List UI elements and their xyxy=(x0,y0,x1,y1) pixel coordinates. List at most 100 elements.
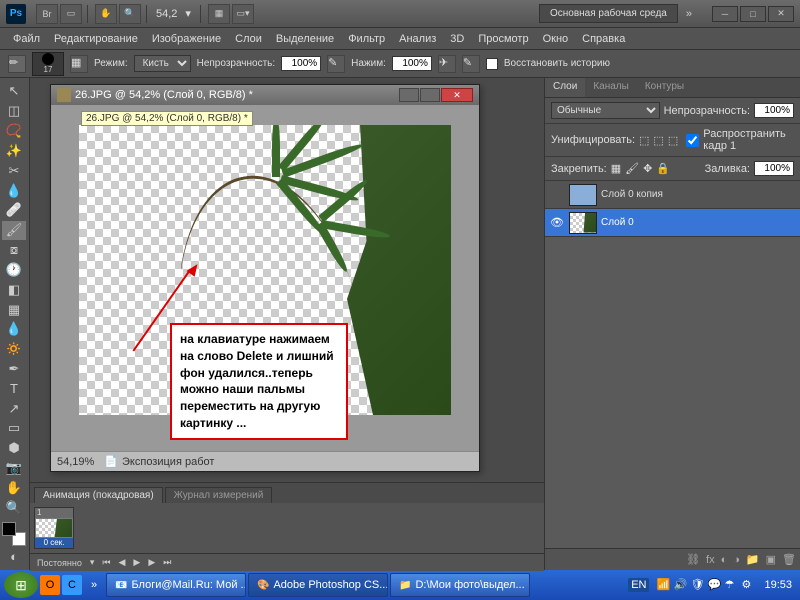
adjustment-layer-icon[interactable]: ◑ xyxy=(733,554,740,566)
doc-close-button[interactable]: ✕ xyxy=(441,88,473,102)
language-indicator[interactable]: EN xyxy=(628,578,649,592)
3d-tool-icon[interactable]: ⬢ xyxy=(2,439,26,458)
layer-thumbnail[interactable] xyxy=(569,212,597,234)
lock-position-icon[interactable]: ✥ xyxy=(643,162,652,175)
arrange-icon[interactable]: ▭▾ xyxy=(232,4,254,24)
doc-maximize-button[interactable] xyxy=(420,88,440,102)
menu-layer[interactable]: Слои xyxy=(228,33,269,45)
dodge-tool-icon[interactable]: 🔅 xyxy=(2,340,26,359)
tab-measurements[interactable]: Журнал измерений xyxy=(165,487,273,503)
frame-duration[interactable]: 0 сек. xyxy=(35,538,73,548)
layer-row[interactable]: 👁 Слой 0 xyxy=(545,209,800,237)
tray-icon[interactable]: 💬 xyxy=(707,578,721,592)
expand-icon[interactable]: » xyxy=(686,8,692,20)
opacity-pressure-icon[interactable]: ✎ xyxy=(327,55,345,73)
visibility-toggle[interactable] xyxy=(549,187,565,203)
tray-icon[interactable]: ⚙ xyxy=(741,578,755,592)
tray-icon[interactable]: 🔊 xyxy=(673,578,687,592)
blur-tool-icon[interactable]: 💧 xyxy=(2,320,26,339)
first-frame-icon[interactable]: ⏮ xyxy=(99,557,113,568)
quick-launch-icon[interactable]: C xyxy=(62,575,82,595)
tab-channels[interactable]: Каналы xyxy=(585,78,637,97)
menu-help[interactable]: Справка xyxy=(575,33,632,45)
menu-filter[interactable]: Фильтр xyxy=(341,33,392,45)
type-tool-icon[interactable]: T xyxy=(2,379,26,398)
document-titlebar[interactable]: 26.JPG @ 54,2% (Слой 0, RGB/8) * ✕ xyxy=(51,85,479,105)
wand-tool-icon[interactable]: ✨ xyxy=(2,141,26,160)
taskbar-app[interactable]: 🎨 Adobe Photoshop CS... xyxy=(248,573,388,597)
move-tool-icon[interactable]: ↖ xyxy=(2,82,26,101)
path-select-tool-icon[interactable]: ↗ xyxy=(2,399,26,418)
gradient-tool-icon[interactable]: ▦ xyxy=(2,300,26,319)
link-layers-icon[interactable]: ⛓ xyxy=(686,553,700,566)
menu-analysis[interactable]: Анализ xyxy=(392,33,443,45)
quick-launch-icon[interactable]: O xyxy=(40,575,60,595)
healing-tool-icon[interactable]: 🩹 xyxy=(2,201,26,220)
zoom-tool-icon[interactable]: 🔍 xyxy=(2,498,26,517)
3d-camera-tool-icon[interactable]: 📷 xyxy=(2,459,26,478)
quick-launch-icon[interactable]: » xyxy=(84,575,104,595)
screen-mode-icon[interactable]: ▭ xyxy=(60,4,82,24)
brush-tool-icon[interactable]: 🖌 xyxy=(2,221,26,240)
lasso-tool-icon[interactable]: 📿 xyxy=(2,122,26,141)
document-info-icon[interactable]: 📄 xyxy=(104,455,118,468)
mode-select[interactable]: Кисть xyxy=(134,55,191,72)
layer-opacity-input[interactable] xyxy=(754,103,794,118)
eraser-tool-icon[interactable]: ◧ xyxy=(2,280,26,299)
eyedropper-tool-icon[interactable]: 💧 xyxy=(2,181,26,200)
menu-image[interactable]: Изображение xyxy=(145,33,228,45)
tray-icon[interactable]: 📶 xyxy=(656,578,670,592)
tab-animation[interactable]: Анимация (покадровая) xyxy=(34,487,163,503)
brush-panel-icon[interactable]: ▦ xyxy=(70,55,88,73)
fill-input[interactable] xyxy=(754,161,794,176)
history-brush-tool-icon[interactable]: 🕐 xyxy=(2,260,26,279)
unify-style-icon[interactable]: ⬚ xyxy=(668,134,678,147)
pen-tool-icon[interactable]: ✒ xyxy=(2,360,26,379)
layer-style-icon[interactable]: fx xyxy=(706,554,715,566)
menu-3d[interactable]: 3D xyxy=(443,33,471,45)
shape-tool-icon[interactable]: ▭ xyxy=(2,419,26,438)
unify-visibility-icon[interactable]: ⬚ xyxy=(653,134,663,147)
menu-file[interactable]: Файл xyxy=(6,33,47,45)
brush-preset[interactable]: 17 xyxy=(32,52,64,76)
close-button[interactable]: ✕ xyxy=(768,6,794,22)
tray-icon[interactable]: ☂ xyxy=(724,578,738,592)
tab-layers[interactable]: Слои xyxy=(545,78,585,97)
tool-preset-icon[interactable]: ✏ xyxy=(8,55,26,73)
menu-edit[interactable]: Редактирование xyxy=(47,33,145,45)
next-frame-icon[interactable]: ▶ xyxy=(145,557,158,568)
minimize-button[interactable]: ─ xyxy=(712,6,738,22)
fg-color-icon[interactable] xyxy=(2,522,16,536)
last-frame-icon[interactable]: ⏭ xyxy=(160,557,174,568)
layer-group-icon[interactable]: 📁 xyxy=(746,553,760,566)
taskbar-app[interactable]: 📧 Блоги@Mail.Ru: Мой ... xyxy=(106,573,246,597)
airbrush-icon[interactable]: ✈ xyxy=(438,55,456,73)
blend-mode-select[interactable]: Обычные xyxy=(551,102,660,119)
lock-pixels-icon[interactable]: 🖌 xyxy=(625,162,639,175)
maximize-button[interactable]: □ xyxy=(740,6,766,22)
zoom-dropdown-icon[interactable]: ▾ xyxy=(181,7,195,20)
lock-all-icon[interactable]: 🔒 xyxy=(656,162,670,175)
play-icon[interactable]: ▶ xyxy=(130,557,143,568)
layer-mask-icon[interactable]: ◐ xyxy=(721,554,728,566)
clock[interactable]: 19:53 xyxy=(764,579,792,591)
layer-thumbnail[interactable] xyxy=(569,184,597,206)
prev-frame-icon[interactable]: ◀ xyxy=(115,557,128,568)
taskbar-app[interactable]: 📁 D:\Мои фото\выдел... xyxy=(390,573,530,597)
start-button[interactable]: ⊞ xyxy=(4,572,38,598)
restore-history-checkbox[interactable] xyxy=(486,58,498,70)
tray-icon[interactable]: 🛡 xyxy=(690,578,704,592)
hand-tool-icon[interactable]: ✋ xyxy=(2,479,26,498)
dropdown-icon[interactable]: ▾ xyxy=(87,557,98,568)
color-swatch[interactable] xyxy=(2,522,26,546)
layer-name[interactable]: Слой 0 копия xyxy=(601,189,663,200)
propagate-checkbox[interactable] xyxy=(686,134,699,147)
hand-tool-icon[interactable]: ✋ xyxy=(95,4,117,24)
lock-transparency-icon[interactable]: ▦ xyxy=(611,162,621,175)
visibility-toggle[interactable]: 👁 xyxy=(549,215,565,231)
zoom-tool-icon[interactable]: 🔍 xyxy=(119,4,141,24)
layer-name[interactable]: Слой 0 xyxy=(601,217,634,228)
workspace-selector[interactable]: Основная рабочая среда xyxy=(539,4,678,23)
tab-paths[interactable]: Контуры xyxy=(637,78,692,97)
flow-pressure-icon[interactable]: ✎ xyxy=(462,55,480,73)
